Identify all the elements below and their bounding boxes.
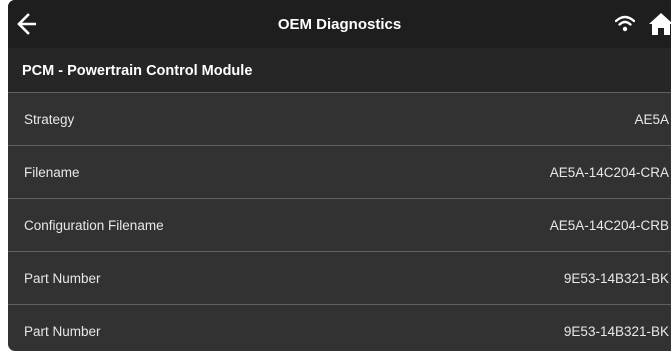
info-value: 9E53-14B321-BK xyxy=(563,271,669,286)
info-value: 9E53-14B321-BK xyxy=(563,324,669,339)
info-row-part-number: Part Number 9E53-14B321-BK xyxy=(8,251,671,304)
wifi-status xyxy=(614,15,636,33)
home-icon xyxy=(649,13,671,35)
info-label: Part Number xyxy=(24,324,101,339)
home-button[interactable] xyxy=(648,12,671,36)
wifi-icon xyxy=(614,15,636,32)
page-title: OEM Diagnostics xyxy=(277,16,402,33)
top-bar: OEM Diagnostics xyxy=(8,0,671,48)
back-button[interactable] xyxy=(16,13,42,35)
info-label: Strategy xyxy=(24,112,75,127)
info-label: Filename xyxy=(24,165,80,180)
info-row-part-number-2: Part Number 9E53-14B321-BK xyxy=(8,304,671,351)
info-value: AE5A-14C204-CRB xyxy=(549,218,669,233)
info-row-strategy: Strategy AE5A xyxy=(8,92,671,145)
info-label: Part Number xyxy=(24,271,101,286)
info-value: AE5A-14C204-CRA xyxy=(549,165,669,180)
module-info-list: Strategy AE5A Filename AE5A-14C204-CRA C… xyxy=(8,92,671,351)
module-header: PCM - Powertrain Control Module xyxy=(8,48,671,92)
arrow-left-icon xyxy=(17,13,36,35)
app-screen: OEM Diagnostics PCM - Powertrain Control… xyxy=(8,0,671,351)
module-title: PCM - Powertrain Control Module xyxy=(22,63,253,79)
info-row-configuration-filename: Configuration Filename AE5A-14C204-CRB xyxy=(8,198,671,251)
info-label: Configuration Filename xyxy=(24,218,164,233)
info-value: AE5A xyxy=(634,112,669,127)
info-row-filename: Filename AE5A-14C204-CRA xyxy=(8,145,671,198)
